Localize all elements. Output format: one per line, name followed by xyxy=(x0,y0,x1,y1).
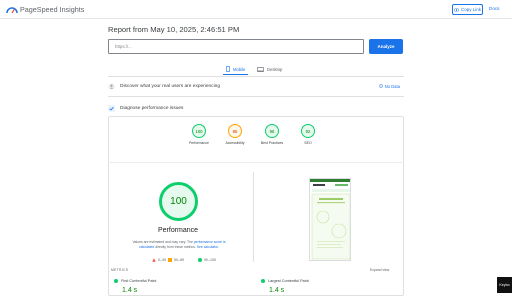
category-performance[interactable]: 100 Performance xyxy=(179,124,219,145)
red-triangle-icon xyxy=(152,258,156,262)
panel-divider xyxy=(108,162,404,163)
no-data-toggle[interactable]: No Data xyxy=(378,83,400,89)
diagnose-text: Diagnose performance issues xyxy=(120,105,184,111)
metrics-heading: METRICS xyxy=(111,268,129,272)
section-divider xyxy=(108,96,404,97)
note-text: directly from these metrics. xyxy=(155,244,196,249)
tab-desktop-label: Desktop xyxy=(267,66,283,72)
phone-icon xyxy=(226,66,230,72)
category-accessibility[interactable]: 85 Accessibility xyxy=(215,124,255,145)
performance-score-gauge: 100 xyxy=(159,182,198,221)
legend-average: 50–89 xyxy=(168,258,184,262)
metric-name: Largest Contentful Paint xyxy=(268,279,309,283)
performance-gauge: 100 xyxy=(192,124,206,138)
category-label: Performance xyxy=(188,141,210,145)
pagespeed-logo-icon xyxy=(6,7,18,14)
info-icon xyxy=(378,84,383,88)
legend-pass: 90–100 xyxy=(198,258,216,262)
green-circle-icon xyxy=(114,279,118,283)
category-seo[interactable]: 92 SEO xyxy=(288,124,328,145)
top-bar: PageSpeed Insights Copy Link Docs xyxy=(0,0,512,19)
users-icon xyxy=(108,82,115,90)
tab-desktop[interactable]: Desktop xyxy=(257,62,282,76)
report-title: Report from May 10, 2025, 2:46:51 PM xyxy=(108,25,240,34)
legend-label: 90–100 xyxy=(204,258,216,262)
performance-note: Values are estimated and may vary. The p… xyxy=(125,240,233,250)
legend-fail: 0–49 xyxy=(152,258,166,262)
real-users-text: Discover what your real users are experi… xyxy=(120,83,220,89)
best-practices-gauge: 96 xyxy=(265,124,279,138)
expand-view-toggle[interactable]: Expand view xyxy=(370,268,389,272)
link-icon xyxy=(453,8,459,11)
keyboard-shortcuts-badge[interactable]: Keybo xyxy=(497,277,512,293)
green-circle-icon xyxy=(261,279,265,283)
active-tab-indicator xyxy=(223,74,248,75)
copy-link-label: Copy Link xyxy=(460,7,481,12)
diagnose-icon xyxy=(108,104,115,112)
url-input[interactable] xyxy=(108,39,364,54)
diagnose-section: Diagnose performance issues xyxy=(108,102,404,114)
legend-label: 50–89 xyxy=(174,258,184,262)
app-brand[interactable]: PageSpeed Insights xyxy=(20,5,84,14)
vertical-divider xyxy=(253,172,254,262)
real-users-section[interactable]: Discover what your real users are experi… xyxy=(108,80,404,92)
seo-gauge: 92 xyxy=(301,124,315,138)
analyze-button[interactable]: Analyze xyxy=(369,39,403,54)
tabs-divider xyxy=(108,76,404,77)
note-text: Values are estimated and may vary. The xyxy=(132,240,193,244)
docs-link[interactable]: Docs xyxy=(489,6,499,11)
category-label: Best Practices xyxy=(260,141,284,145)
see-calculator-link[interactable]: See calculator. xyxy=(197,245,219,249)
no-data-label: No Data xyxy=(384,83,400,89)
copy-link-button[interactable]: Copy Link xyxy=(452,4,483,15)
category-label: SEO xyxy=(304,141,312,145)
tab-mobile-label: Mobile xyxy=(233,66,246,72)
screenshot-image xyxy=(310,179,350,260)
desktop-icon xyxy=(257,66,264,72)
metric-lcp: Largest Contentful Paint xyxy=(261,279,309,283)
category-label: Accessibility xyxy=(225,141,245,145)
category-best-practices[interactable]: 96 Best Practices xyxy=(252,124,292,145)
performance-title: Performance xyxy=(158,227,199,234)
page-screenshot-thumbnail[interactable] xyxy=(309,178,351,261)
metric-name: First Contentful Paint xyxy=(121,279,157,283)
metric-fcp: First Contentful Paint xyxy=(114,279,156,283)
green-circle-icon xyxy=(198,258,202,262)
accessibility-gauge: 85 xyxy=(228,124,242,138)
legend-label: 0–49 xyxy=(158,258,166,262)
orange-square-icon xyxy=(168,258,172,262)
